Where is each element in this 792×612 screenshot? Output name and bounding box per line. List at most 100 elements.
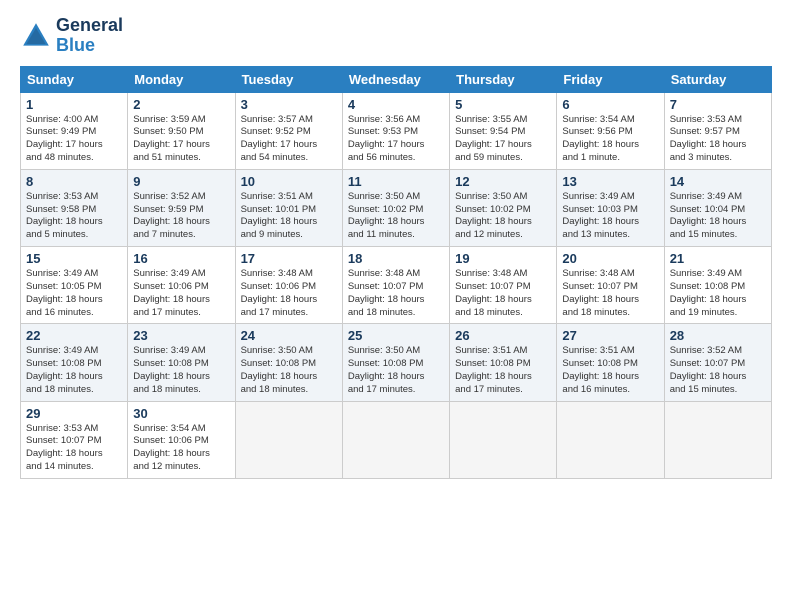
weekday-header-sunday: Sunday (21, 66, 128, 92)
day-info: Sunrise: 3:51 AM Sunset: 10:08 PM Daylig… (455, 345, 551, 396)
calendar-cell: 28 Sunrise: 3:52 AM Sunset: 10:07 PM Dayl… (664, 324, 771, 401)
week-row-3: 15 Sunrise: 3:49 AM Sunset: 10:05 PM Dayl… (21, 247, 772, 324)
calendar-cell: 13 Sunrise: 3:49 AM Sunset: 10:03 PM Dayl… (557, 169, 664, 246)
day-info: Sunrise: 3:51 AM Sunset: 10:08 PM Daylig… (562, 345, 658, 396)
calendar-cell: 27 Sunrise: 3:51 AM Sunset: 10:08 PM Dayl… (557, 324, 664, 401)
day-number: 4 (348, 97, 444, 112)
calendar-cell: 3 Sunrise: 3:57 AM Sunset: 9:52 PM Daylig… (235, 92, 342, 169)
calendar-cell: 14 Sunrise: 3:49 AM Sunset: 10:04 PM Dayl… (664, 169, 771, 246)
day-info: Sunrise: 3:49 AM Sunset: 10:03 PM Daylig… (562, 191, 658, 242)
day-info: Sunrise: 3:52 AM Sunset: 9:59 PM Dayligh… (133, 191, 229, 242)
day-info: Sunrise: 3:52 AM Sunset: 10:07 PM Daylig… (670, 345, 766, 396)
day-number: 29 (26, 406, 122, 421)
day-number: 2 (133, 97, 229, 112)
week-row-4: 22 Sunrise: 3:49 AM Sunset: 10:08 PM Dayl… (21, 324, 772, 401)
day-info: Sunrise: 3:50 AM Sunset: 10:02 PM Daylig… (455, 191, 551, 242)
day-info: Sunrise: 3:57 AM Sunset: 9:52 PM Dayligh… (241, 114, 337, 165)
calendar-cell: 12 Sunrise: 3:50 AM Sunset: 10:02 PM Dayl… (450, 169, 557, 246)
day-info: Sunrise: 3:49 AM Sunset: 10:06 PM Daylig… (133, 268, 229, 319)
weekday-header-row: SundayMondayTuesdayWednesdayThursdayFrid… (21, 66, 772, 92)
day-number: 1 (26, 97, 122, 112)
day-number: 8 (26, 174, 122, 189)
weekday-header-friday: Friday (557, 66, 664, 92)
calendar-cell (557, 401, 664, 478)
day-number: 19 (455, 251, 551, 266)
weekday-header-tuesday: Tuesday (235, 66, 342, 92)
day-number: 6 (562, 97, 658, 112)
day-info: Sunrise: 3:53 AM Sunset: 9:57 PM Dayligh… (670, 114, 766, 165)
logo-icon (20, 20, 52, 52)
day-info: Sunrise: 3:48 AM Sunset: 10:07 PM Daylig… (348, 268, 444, 319)
calendar-cell: 29Sunrise: 3:53 AM Sunset: 10:07 PM Dayl… (21, 401, 128, 478)
weekday-header-thursday: Thursday (450, 66, 557, 92)
day-number: 11 (348, 174, 444, 189)
week-row-5: 29Sunrise: 3:53 AM Sunset: 10:07 PM Dayl… (21, 401, 772, 478)
day-info: Sunrise: 3:49 AM Sunset: 10:08 PM Daylig… (26, 345, 122, 396)
calendar-cell: 5 Sunrise: 3:55 AM Sunset: 9:54 PM Daylig… (450, 92, 557, 169)
day-number: 14 (670, 174, 766, 189)
day-info: Sunrise: 3:49 AM Sunset: 10:05 PM Daylig… (26, 268, 122, 319)
calendar-cell (664, 401, 771, 478)
logo: General Blue (20, 16, 123, 56)
day-number: 27 (562, 328, 658, 343)
day-info: Sunrise: 3:48 AM Sunset: 10:07 PM Daylig… (562, 268, 658, 319)
calendar-cell: 25 Sunrise: 3:50 AM Sunset: 10:08 PM Dayl… (342, 324, 449, 401)
day-info: Sunrise: 3:49 AM Sunset: 10:08 PM Daylig… (133, 345, 229, 396)
day-number: 12 (455, 174, 551, 189)
weekday-header-wednesday: Wednesday (342, 66, 449, 92)
calendar-cell: 22 Sunrise: 3:49 AM Sunset: 10:08 PM Dayl… (21, 324, 128, 401)
calendar-cell (342, 401, 449, 478)
day-info: Sunrise: 3:50 AM Sunset: 10:08 PM Daylig… (241, 345, 337, 396)
day-info: Sunrise: 3:48 AM Sunset: 10:07 PM Daylig… (455, 268, 551, 319)
day-info: Sunrise: 3:54 AM Sunset: 9:56 PM Dayligh… (562, 114, 658, 165)
calendar-cell (235, 401, 342, 478)
calendar-cell: 17Sunrise: 3:48 AM Sunset: 10:06 PM Dayl… (235, 247, 342, 324)
calendar-table: SundayMondayTuesdayWednesdayThursdayFrid… (20, 66, 772, 479)
calendar-cell: 18 Sunrise: 3:48 AM Sunset: 10:07 PM Dayl… (342, 247, 449, 324)
calendar-cell: 20Sunrise: 3:48 AM Sunset: 10:07 PM Dayl… (557, 247, 664, 324)
day-number: 24 (241, 328, 337, 343)
day-number: 9 (133, 174, 229, 189)
day-number: 18 (348, 251, 444, 266)
day-number: 26 (455, 328, 551, 343)
day-info: Sunrise: 3:53 AM Sunset: 9:58 PM Dayligh… (26, 191, 122, 242)
calendar-cell: 6 Sunrise: 3:54 AM Sunset: 9:56 PM Daylig… (557, 92, 664, 169)
day-info: Sunrise: 3:49 AM Sunset: 10:08 PM Daylig… (670, 268, 766, 319)
logo-text: General Blue (56, 16, 123, 56)
calendar-cell: 1 Sunrise: 4:00 AM Sunset: 9:49 PM Daylig… (21, 92, 128, 169)
day-info: Sunrise: 3:50 AM Sunset: 10:02 PM Daylig… (348, 191, 444, 242)
day-info: Sunrise: 3:55 AM Sunset: 9:54 PM Dayligh… (455, 114, 551, 165)
day-number: 28 (670, 328, 766, 343)
calendar-cell: 16 Sunrise: 3:49 AM Sunset: 10:06 PM Dayl… (128, 247, 235, 324)
calendar-cell: 15 Sunrise: 3:49 AM Sunset: 10:05 PM Dayl… (21, 247, 128, 324)
day-number: 3 (241, 97, 337, 112)
day-info: Sunrise: 4:00 AM Sunset: 9:49 PM Dayligh… (26, 114, 122, 165)
day-number: 21 (670, 251, 766, 266)
day-number: 15 (26, 251, 122, 266)
page: General Blue SundayMondayTuesdayWednesda… (0, 0, 792, 612)
day-info: Sunrise: 3:49 AM Sunset: 10:04 PM Daylig… (670, 191, 766, 242)
calendar-cell: 30 Sunrise: 3:54 AM Sunset: 10:06 PM Dayl… (128, 401, 235, 478)
day-number: 25 (348, 328, 444, 343)
day-number: 30 (133, 406, 229, 421)
calendar-cell: 23 Sunrise: 3:49 AM Sunset: 10:08 PM Dayl… (128, 324, 235, 401)
day-number: 22 (26, 328, 122, 343)
calendar-cell: 19 Sunrise: 3:48 AM Sunset: 10:07 PM Dayl… (450, 247, 557, 324)
day-number: 5 (455, 97, 551, 112)
day-number: 23 (133, 328, 229, 343)
calendar-cell: 4 Sunrise: 3:56 AM Sunset: 9:53 PM Daylig… (342, 92, 449, 169)
day-info: Sunrise: 3:50 AM Sunset: 10:08 PM Daylig… (348, 345, 444, 396)
weekday-header-monday: Monday (128, 66, 235, 92)
calendar-cell: 26 Sunrise: 3:51 AM Sunset: 10:08 PM Dayl… (450, 324, 557, 401)
day-info: Sunrise: 3:51 AM Sunset: 10:01 PM Daylig… (241, 191, 337, 242)
calendar-cell: 24 Sunrise: 3:50 AM Sunset: 10:08 PM Dayl… (235, 324, 342, 401)
day-number: 16 (133, 251, 229, 266)
day-number: 13 (562, 174, 658, 189)
day-info: Sunrise: 3:54 AM Sunset: 10:06 PM Daylig… (133, 423, 229, 474)
header: General Blue (20, 16, 772, 56)
calendar-cell: 21 Sunrise: 3:49 AM Sunset: 10:08 PM Dayl… (664, 247, 771, 324)
calendar-cell (450, 401, 557, 478)
day-info: Sunrise: 3:56 AM Sunset: 9:53 PM Dayligh… (348, 114, 444, 165)
day-number: 17 (241, 251, 337, 266)
calendar-cell: 8 Sunrise: 3:53 AM Sunset: 9:58 PM Daylig… (21, 169, 128, 246)
